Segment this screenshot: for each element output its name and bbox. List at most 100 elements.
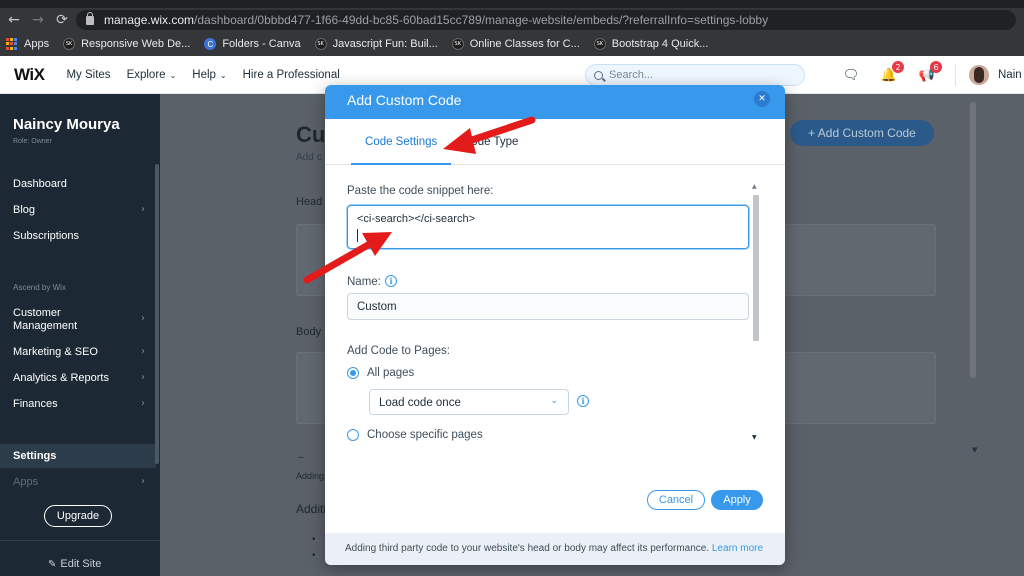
page-subtitle: Add c xyxy=(296,152,322,163)
nav-label: Explore xyxy=(126,68,166,81)
nav-label: Help xyxy=(192,68,216,81)
search-input[interactable]: Search... xyxy=(585,64,805,86)
code-snippet-value: <ci-search></ci-search> xyxy=(357,213,475,225)
dialog-title: Add Custom Code xyxy=(347,92,462,108)
sidebar-item-settings[interactable]: Settings xyxy=(13,450,145,462)
edit-site-button[interactable]: ✎ Edit Site xyxy=(48,558,101,570)
load-frequency-select[interactable]: Load code once ⌄ xyxy=(369,389,569,415)
cancel-button[interactable]: Cancel xyxy=(647,490,705,510)
all-pages-label[interactable]: All pages xyxy=(367,367,414,379)
all-pages-radio[interactable] xyxy=(347,367,359,379)
bookmark-label: Responsive Web De... xyxy=(81,38,191,50)
bookmark-item[interactable]: SK Responsive Web De... xyxy=(63,38,190,50)
scroll-up-arrow-icon[interactable]: ▲ xyxy=(752,183,757,190)
sidebar-user-name: Naincy Mourya xyxy=(13,116,120,133)
sidebar-item-analytics[interactable]: Analytics & Reports › xyxy=(13,372,145,384)
chevron-right-icon: › xyxy=(141,204,145,215)
footer-note: Adding third party code to your website'… xyxy=(345,543,763,554)
sidebar-item-label: Apps xyxy=(13,476,39,488)
megaphone-icon[interactable]: 📢 6 xyxy=(918,61,942,84)
sidebar-arrow-holder: › xyxy=(13,313,145,324)
main-scrollbar[interactable] xyxy=(970,102,976,378)
add-custom-code-dialog: Add Custom Code ✕ Code Settings Code Typ… xyxy=(325,85,785,565)
bookmark-label: Javascript Fun: Buil... xyxy=(332,38,438,50)
sidebar-item-dashboard[interactable]: Dashboard xyxy=(13,178,145,190)
bookmark-item[interactable]: SK Bootstrap 4 Quick... xyxy=(593,38,709,50)
bookmark-label: Apps xyxy=(24,38,50,50)
back-arrow-icon[interactable]: ← xyxy=(4,10,24,30)
bullet: • xyxy=(312,550,316,561)
chevron-right-icon: › xyxy=(141,346,145,357)
add-custom-code-button[interactable]: + Add Custom Code xyxy=(790,120,934,146)
bullet: • xyxy=(312,534,316,545)
info-icon[interactable]: i xyxy=(577,395,589,407)
divider-dash: – xyxy=(298,452,304,463)
sidebar-scrollbar[interactable] xyxy=(155,164,159,464)
sk-icon: SK xyxy=(593,38,606,50)
bookmark-apps[interactable]: Apps xyxy=(6,38,49,50)
nav-my-sites[interactable]: My Sites xyxy=(66,69,110,81)
wix-logo[interactable]: WiX xyxy=(14,65,45,85)
header-divider xyxy=(955,64,956,86)
info-icon[interactable]: i xyxy=(385,275,397,287)
sidebar-item-subscriptions[interactable]: Subscriptions xyxy=(13,230,145,242)
notification-badge: 2 xyxy=(892,61,904,73)
apply-button[interactable]: Apply xyxy=(711,490,763,510)
dialog-scrollbar[interactable]: ▲ ▼ xyxy=(751,183,761,445)
specific-pages-label[interactable]: Choose specific pages xyxy=(367,429,483,441)
sk-icon: SK xyxy=(451,38,464,50)
sk-icon: SK xyxy=(63,38,76,50)
sidebar-item-label: Finances xyxy=(13,398,58,410)
scroll-thumb[interactable] xyxy=(753,195,759,341)
sidebar-item-label: Blog xyxy=(13,204,36,216)
url-path: /dashboard/0bbbd477-1f66-49dd-bc85-60bad… xyxy=(194,13,769,27)
specific-pages-radio[interactable] xyxy=(347,429,359,441)
code-snippet-textarea[interactable]: <ci-search></ci-search> xyxy=(347,205,749,249)
bell-icon[interactable]: 🔔 2 xyxy=(880,61,904,84)
name-field[interactable]: Custom xyxy=(347,293,749,320)
nav-help[interactable]: Help ⌄ xyxy=(192,69,226,81)
learn-more-link[interactable]: Learn more xyxy=(712,543,763,554)
canva-icon: C xyxy=(204,38,217,50)
sidebar-item-apps[interactable]: Apps › xyxy=(13,476,145,488)
reload-icon[interactable]: ⟳ xyxy=(52,10,72,30)
sidebar-item-customer-management[interactable]: Customer Management xyxy=(13,307,113,333)
address-bar[interactable]: manage.wix.com/dashboard/0bbbd477-1f66-4… xyxy=(76,10,1016,30)
sidebar-item-label: Marketing & SEO xyxy=(13,346,98,358)
nav-explore[interactable]: Explore ⌄ xyxy=(127,69,177,81)
header-user-name[interactable]: Nain xyxy=(998,69,1022,81)
chevron-right-icon: › xyxy=(141,313,145,324)
dialog-header: Add Custom Code ✕ xyxy=(325,85,785,119)
head-section-label: Head xyxy=(296,196,323,208)
chevron-right-icon: › xyxy=(141,372,145,383)
scroll-down-arrow-icon[interactable]: ▼ xyxy=(972,446,977,454)
sidebar-item-marketing-seo[interactable]: Marketing & SEO › xyxy=(13,346,145,358)
chevron-down-icon: ⌄ xyxy=(169,70,177,80)
bookmark-item[interactable]: C Folders - Canva xyxy=(204,38,301,50)
scroll-down-arrow-icon[interactable]: ▼ xyxy=(752,434,757,441)
chat-icon[interactable]: 🗨 xyxy=(842,66,860,84)
forward-arrow-icon[interactable]: → xyxy=(28,10,48,30)
dialog-footer: Adding third party code to your website'… xyxy=(325,533,785,565)
updates-badge: 6 xyxy=(930,61,942,73)
chevron-right-icon: › xyxy=(141,476,145,487)
sidebar: Naincy Mourya Role: Owner Dashboard Blog… xyxy=(0,94,160,576)
upgrade-button[interactable]: Upgrade xyxy=(44,505,112,527)
bookmark-label: Bootstrap 4 Quick... xyxy=(611,38,709,50)
tab-code-type[interactable]: Code Type xyxy=(463,136,518,148)
lock-icon xyxy=(86,11,94,25)
bookmark-item[interactable]: SK Javascript Fun: Buil... xyxy=(314,38,438,50)
sidebar-item-label: Customer Management xyxy=(13,307,78,332)
tab-code-settings[interactable]: Code Settings xyxy=(365,136,437,148)
bookmarks-bar: Apps SK Responsive Web De... C Folders -… xyxy=(0,32,1024,56)
bookmark-item[interactable]: SK Online Classes for C... xyxy=(451,38,580,50)
avatar[interactable] xyxy=(969,65,989,85)
name-value: Custom xyxy=(357,301,397,313)
sidebar-item-finances[interactable]: Finances › xyxy=(13,398,145,410)
bookmark-label: Folders - Canva xyxy=(222,38,301,50)
close-icon[interactable]: ✕ xyxy=(754,91,770,107)
adding-note: Adding xyxy=(296,471,325,481)
name-label: Name: xyxy=(347,276,381,288)
sidebar-item-blog[interactable]: Blog › xyxy=(13,204,145,216)
nav-hire-professional[interactable]: Hire a Professional xyxy=(243,69,340,81)
